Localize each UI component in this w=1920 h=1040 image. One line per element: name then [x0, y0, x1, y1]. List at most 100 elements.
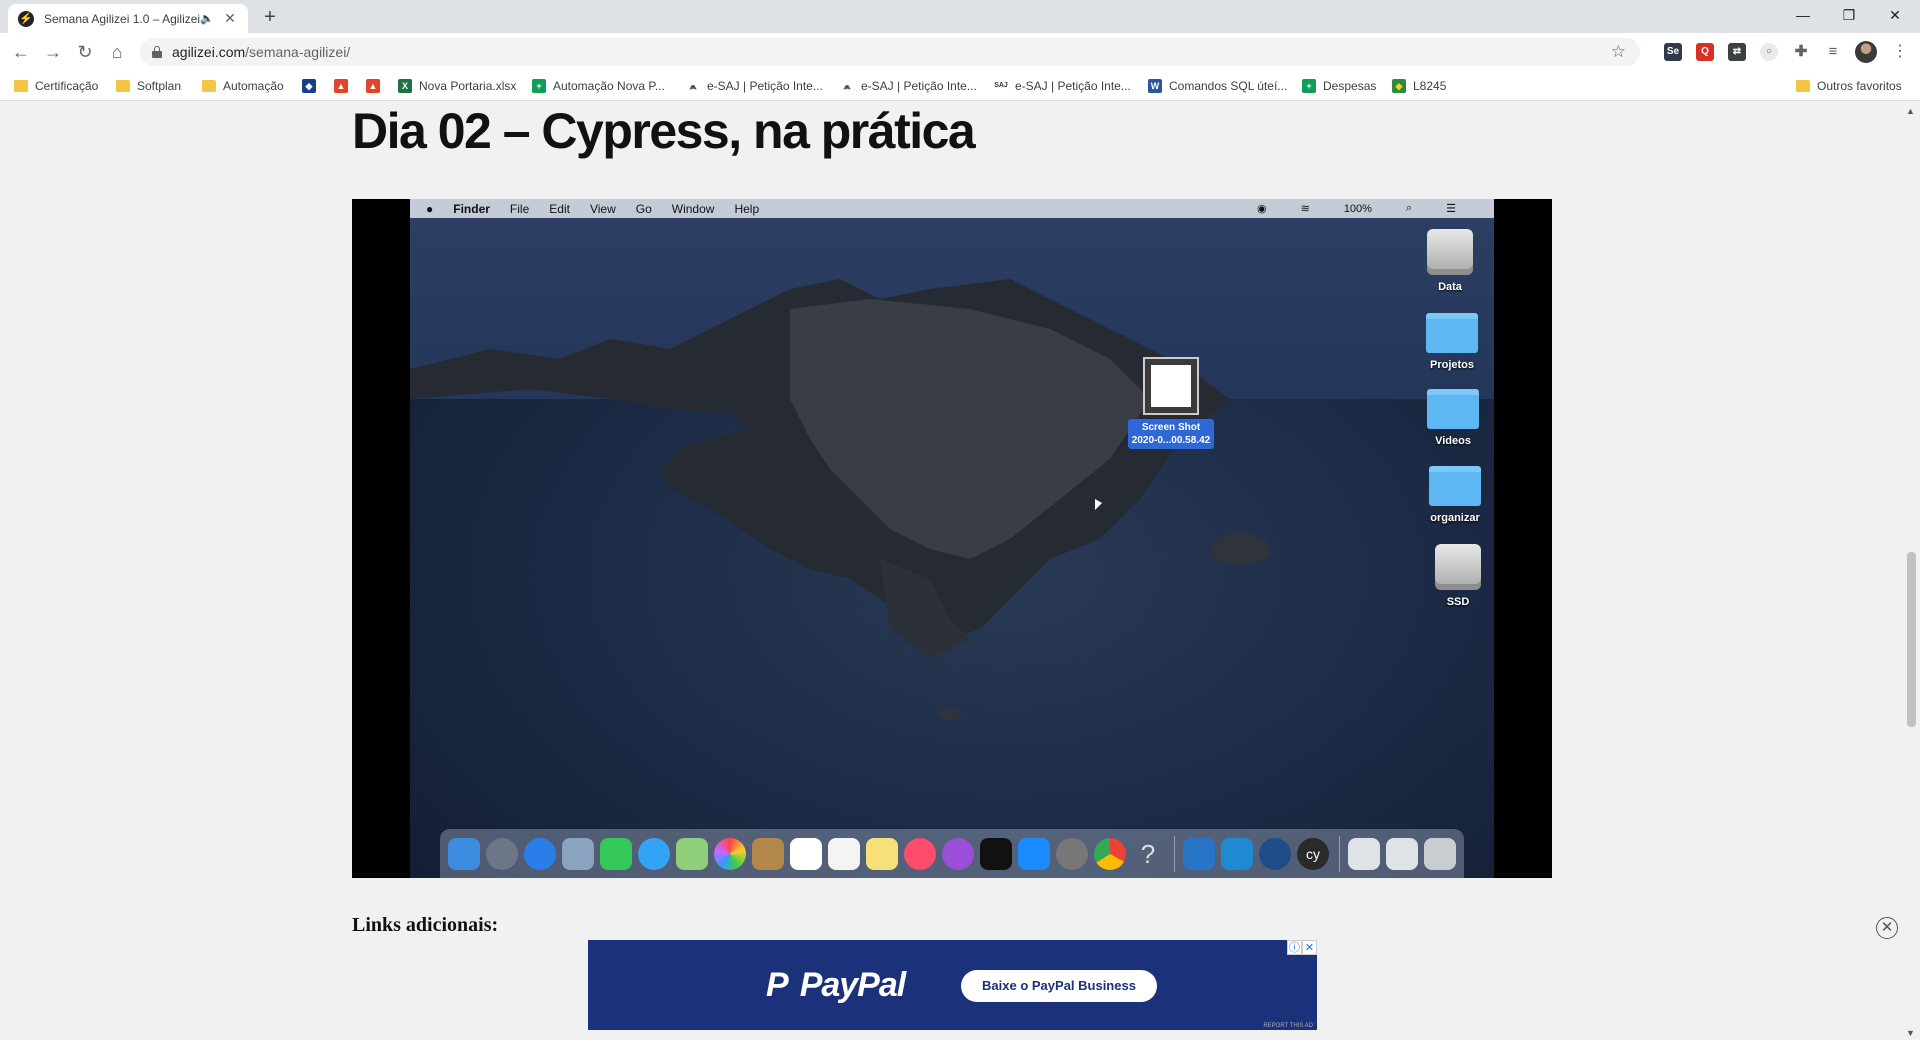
- disk-icon: [1435, 544, 1481, 590]
- tab-strip: ⚡ Semana Agilizei 1.0 – Agilizei 🔈 ✕ + —…: [0, 0, 1920, 33]
- sheets-icon: +: [532, 79, 546, 93]
- ad-close-button[interactable]: ✕: [1876, 917, 1898, 939]
- close-window-button[interactable]: ✕: [1872, 0, 1918, 30]
- menubar-item: Window: [671, 201, 715, 216]
- speaker-icon[interactable]: 🔈: [200, 12, 214, 25]
- photos-icon: [714, 837, 746, 870]
- bookmark-item[interactable]: ⩕ e-SAJ | Petição Inte...: [686, 77, 822, 95]
- bookmark-item[interactable]: ▲: [334, 77, 355, 95]
- agilizei-favicon-icon: ⚡: [18, 10, 34, 27]
- folder-icon: [1796, 80, 1810, 92]
- address-bar[interactable]: agilizei.com/semana-agilizei/ ☆: [140, 38, 1640, 66]
- menubar-item: File: [509, 201, 530, 216]
- tab-title: Semana Agilizei 1.0 – Agilizei: [44, 11, 201, 26]
- gitlab-icon: ▲: [334, 79, 348, 93]
- file-label: Screen Shot 2020-0...00.58.42: [1127, 419, 1215, 449]
- page-scrollbar[interactable]: ▲ ▼: [1903, 102, 1920, 1040]
- paypal-logo: P PayPal: [766, 966, 906, 1004]
- reload-icon[interactable]: ↻: [72, 39, 98, 65]
- desktop-icon-organizar: organizar: [1415, 466, 1494, 524]
- media-control-icon[interactable]: ≡: [1824, 43, 1842, 61]
- bookmark-label: L8245: [1413, 79, 1447, 93]
- battery-percent: 100%: [1343, 202, 1372, 215]
- menubar-item: Go: [635, 201, 652, 216]
- minimize-button[interactable]: —: [1780, 0, 1826, 30]
- video-player[interactable]: ● Finder File Edit View Go Window Help ◉…: [352, 199, 1552, 878]
- mac-status-area: ◉ ≋ 100% ⌕ ☰: [1243, 199, 1476, 218]
- window-thumbnail-icon: [1386, 837, 1418, 870]
- app-store-icon: [1018, 837, 1050, 870]
- saj-icon: SAJ: [994, 82, 1008, 89]
- red-extension-icon[interactable]: Q: [1696, 43, 1714, 61]
- bookmark-label: Outros favoritos: [1817, 79, 1902, 93]
- maps-icon: [676, 837, 708, 870]
- bookmark-item[interactable]: ◆ L8245: [1392, 77, 1446, 95]
- bookmark-item[interactable]: SAJ e-SAJ | Petição Inte...: [994, 77, 1131, 95]
- help-icon: ?: [1140, 838, 1156, 869]
- desktop-icon-label: Data: [1438, 281, 1462, 293]
- extension-icon[interactable]: ⇄: [1728, 43, 1746, 61]
- bookmark-item[interactable]: + Despesas: [1302, 77, 1376, 95]
- flag-icon: ◆: [1392, 79, 1406, 93]
- window-thumbnail-icon: [1348, 837, 1380, 870]
- circle-extension-icon[interactable]: ○: [1760, 43, 1778, 61]
- bookmark-item[interactable]: + Automação Nova P...: [532, 77, 665, 95]
- list-icon: ☰: [1446, 203, 1456, 215]
- profile-avatar[interactable]: [1855, 41, 1877, 63]
- desktop-icon-label: Videos: [1435, 435, 1471, 447]
- menu-kebab-icon[interactable]: ⋮: [1892, 41, 1908, 61]
- notes-icon: [866, 837, 898, 870]
- new-tab-button[interactable]: +: [258, 6, 282, 30]
- bookmark-item[interactable]: ▲: [366, 77, 387, 95]
- home-icon[interactable]: ⌂: [104, 39, 130, 65]
- lock-icon[interactable]: [152, 46, 162, 58]
- bookmark-label: Softplan: [137, 79, 182, 93]
- paypal-ad-banner[interactable]: P PayPal Baixe o PayPal Business ⓘ ✕ REPO…: [588, 940, 1317, 1030]
- scroll-up-arrow-icon[interactable]: ▲: [1906, 106, 1915, 116]
- ad-info-icon[interactable]: ⓘ: [1287, 940, 1302, 955]
- bookmark-label: e-SAJ | Petição Inte...: [861, 79, 977, 93]
- sheets-icon: +: [1302, 79, 1316, 93]
- excel-icon: X: [398, 79, 412, 93]
- launchpad-icon: [486, 837, 518, 870]
- scroll-down-arrow-icon[interactable]: ▼: [1906, 1028, 1915, 1038]
- forward-arrow-icon[interactable]: →: [40, 39, 66, 65]
- edge-icon: [1259, 837, 1291, 870]
- selected-screenshot-file: Screen Shot 2020-0...00.58.42: [1121, 357, 1221, 449]
- tab-close-button[interactable]: ✕: [222, 10, 238, 27]
- teams-icon: [1183, 837, 1215, 870]
- menubar-item: Finder: [453, 201, 490, 216]
- bookmark-item[interactable]: W Comandos SQL úteí...: [1148, 77, 1287, 95]
- desktop-icon-ssd: SSD: [1418, 544, 1494, 608]
- bookmarks-bar: Certificação Softplan Automação ◆ ▲ ▲ XN…: [0, 71, 1920, 101]
- restore-button[interactable]: ❐: [1826, 0, 1872, 30]
- trash-icon: [1424, 837, 1456, 870]
- desktop-icon-label: Projetos: [1429, 359, 1474, 371]
- browser-tab[interactable]: ⚡ Semana Agilizei 1.0 – Agilizei 🔈 ✕: [8, 4, 248, 33]
- back-arrow-icon[interactable]: ←: [8, 39, 34, 65]
- puzzle-icon[interactable]: ✚: [1792, 43, 1810, 61]
- report-ad-link[interactable]: REPORT THIS AD: [1263, 1023, 1313, 1029]
- bookmark-item[interactable]: Softplan: [116, 77, 181, 95]
- bookmark-item[interactable]: X Nova Portaria.xlsx: [398, 77, 516, 95]
- bookmark-label: Automação: [223, 79, 284, 93]
- bookmark-item-other[interactable]: Outros favoritos: [1796, 77, 1902, 95]
- page-title: Dia 02 – Cypress, na prática: [352, 103, 976, 159]
- bookmark-item[interactable]: Automação: [202, 77, 284, 95]
- web-page: Dia 02 – Cypress, na prática ● Finder Fi…: [0, 102, 1920, 1040]
- bookmark-item[interactable]: ◆: [302, 77, 323, 95]
- bookmark-item[interactable]: Certificação: [14, 77, 98, 95]
- scroll-thumb[interactable]: [1907, 552, 1916, 727]
- calendar-icon: [790, 837, 822, 870]
- chrome-icon: [1094, 837, 1126, 870]
- ad-cta-button[interactable]: Baixe o PayPal Business: [961, 970, 1157, 1002]
- bookmark-star-icon[interactable]: ☆: [1611, 42, 1626, 62]
- ad-badge-close-icon[interactable]: ✕: [1302, 940, 1317, 955]
- bookmark-label: Automação Nova P...: [553, 79, 665, 93]
- bookmark-label: Certificação: [35, 79, 99, 93]
- selenium-extension-icon[interactable]: Se: [1664, 43, 1682, 61]
- ad-choices-badge[interactable]: ⓘ ✕: [1287, 940, 1317, 955]
- esaj-icon: ⩕: [843, 81, 851, 91]
- bookmark-item[interactable]: ⩕ e-SAJ | Petição Inte...: [840, 77, 977, 95]
- folder-icon: [14, 80, 28, 92]
